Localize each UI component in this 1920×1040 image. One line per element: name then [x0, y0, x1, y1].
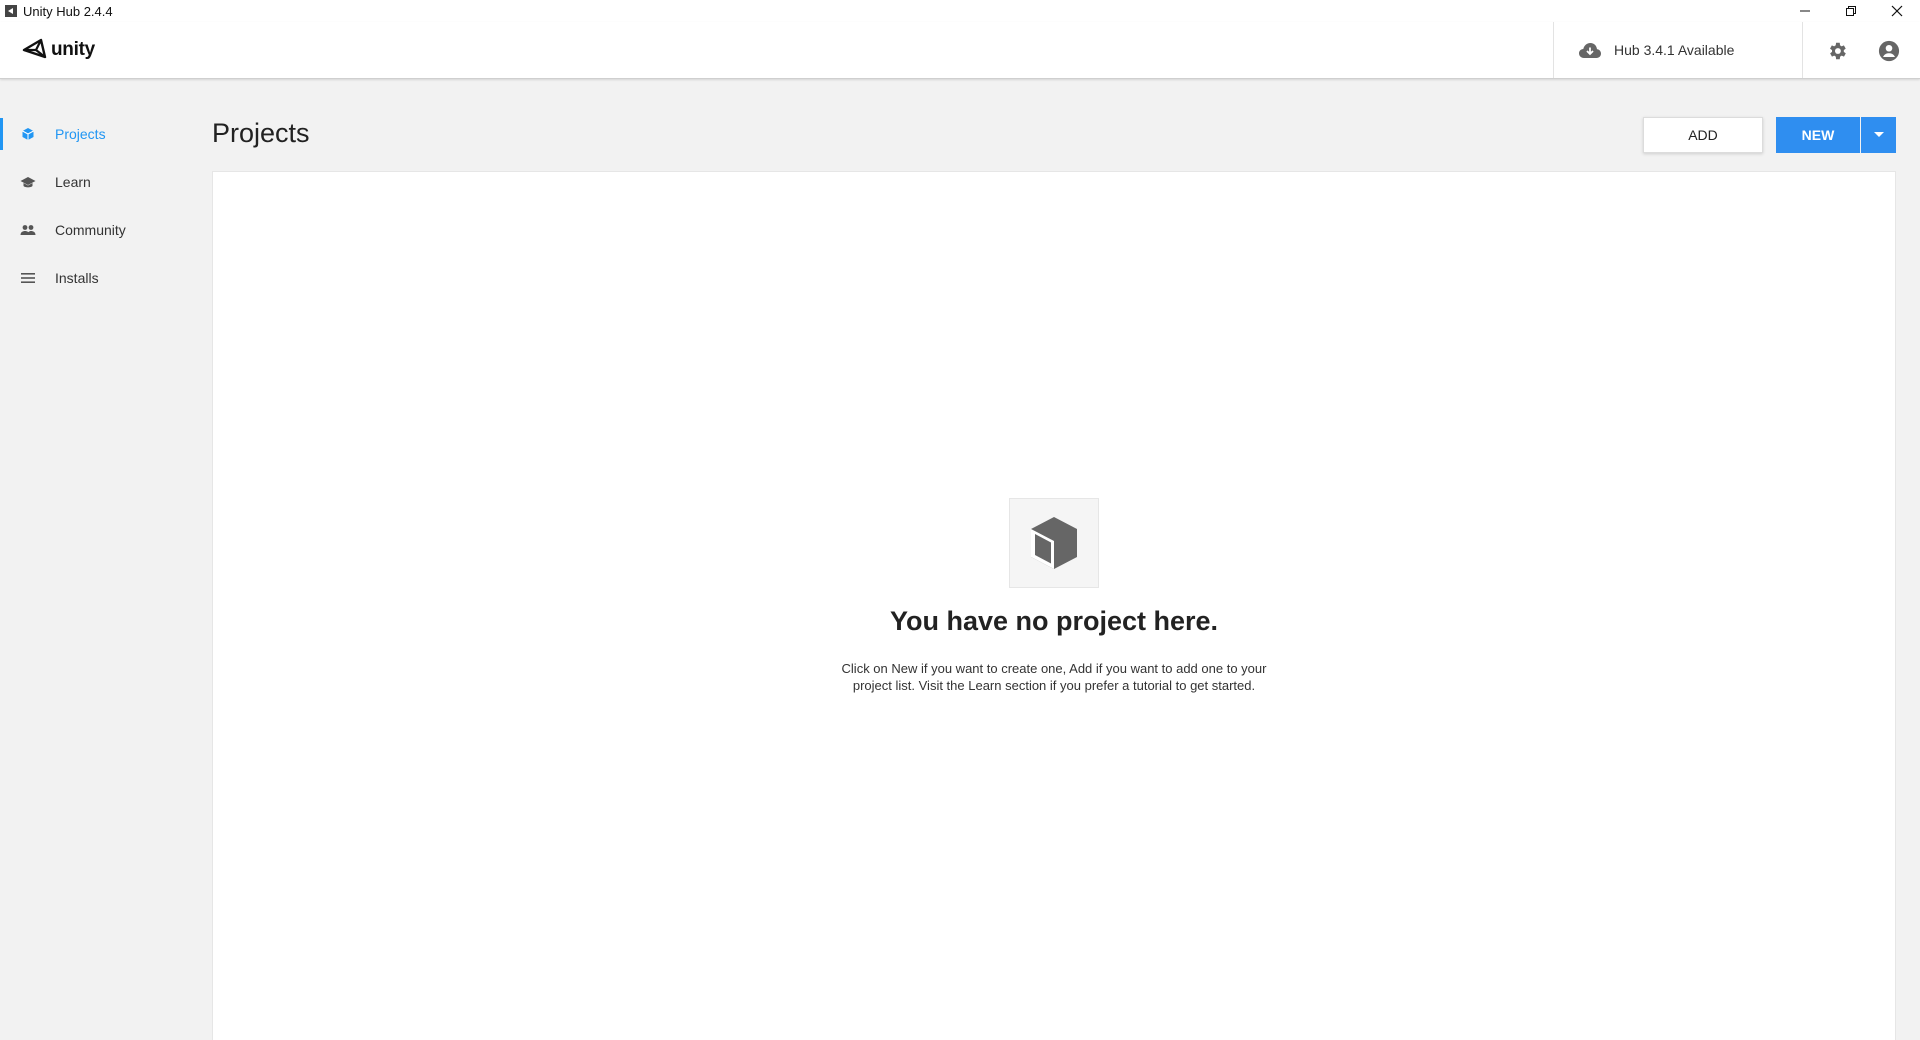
sidebar-item-installs[interactable]: Installs: [0, 254, 200, 302]
window-controls: [1782, 0, 1920, 22]
cloud-download-icon: [1578, 38, 1602, 62]
window-title: Unity Hub 2.4.4: [23, 3, 113, 19]
graduation-cap-icon: [19, 173, 37, 191]
chevron-down-icon: [1873, 132, 1884, 137]
window-titlebar: Unity Hub 2.4.4: [0, 0, 1920, 22]
update-label: Hub 3.4.1 Available: [1614, 42, 1735, 58]
new-button[interactable]: NEW: [1776, 117, 1860, 153]
sidebar-item-community[interactable]: Community: [0, 206, 200, 254]
account-button[interactable]: [1876, 38, 1902, 64]
restore-icon: [1846, 6, 1856, 16]
add-button[interactable]: ADD: [1643, 117, 1763, 153]
sidebar-item-label: Projects: [55, 126, 106, 142]
gear-icon: [1830, 42, 1846, 60]
account-icon: [1878, 40, 1900, 62]
sidebar-item-label: Installs: [55, 270, 99, 286]
sidebar-item-projects[interactable]: Projects: [0, 110, 200, 158]
sidebar-item-learn[interactable]: Learn: [0, 158, 200, 206]
unity-logo-icon: [22, 38, 47, 59]
people-icon: [19, 221, 37, 239]
restore-button[interactable]: [1828, 0, 1874, 22]
hub-update-button[interactable]: Hub 3.4.1 Available: [1553, 22, 1803, 78]
sidebar: Projects Learn Community Installs: [0, 80, 200, 1040]
sidebar-item-label: Learn: [55, 174, 91, 190]
cube-icon: [19, 125, 37, 143]
close-icon: [1891, 5, 1903, 17]
unity-app-icon: [5, 5, 17, 17]
minimize-button[interactable]: [1782, 0, 1828, 22]
settings-button[interactable]: [1824, 38, 1850, 64]
empty-state-icon-box: [1009, 498, 1099, 588]
logo-text: unity: [51, 39, 95, 60]
unity-logo: unity: [21, 37, 95, 63]
close-button[interactable]: [1874, 0, 1920, 22]
app-header: unity Hub 3.4.1 Available: [0, 22, 1920, 79]
empty-state-description: Click on New if you want to create one, …: [841, 661, 1267, 693]
empty-state-title: You have no project here.: [889, 606, 1219, 636]
list-icon: [19, 269, 37, 287]
page-title: Projects: [212, 118, 310, 148]
cube-icon: [1031, 517, 1077, 569]
new-dropdown-button[interactable]: [1861, 117, 1896, 153]
sidebar-item-label: Community: [55, 222, 126, 238]
minimize-icon: [1800, 10, 1810, 12]
